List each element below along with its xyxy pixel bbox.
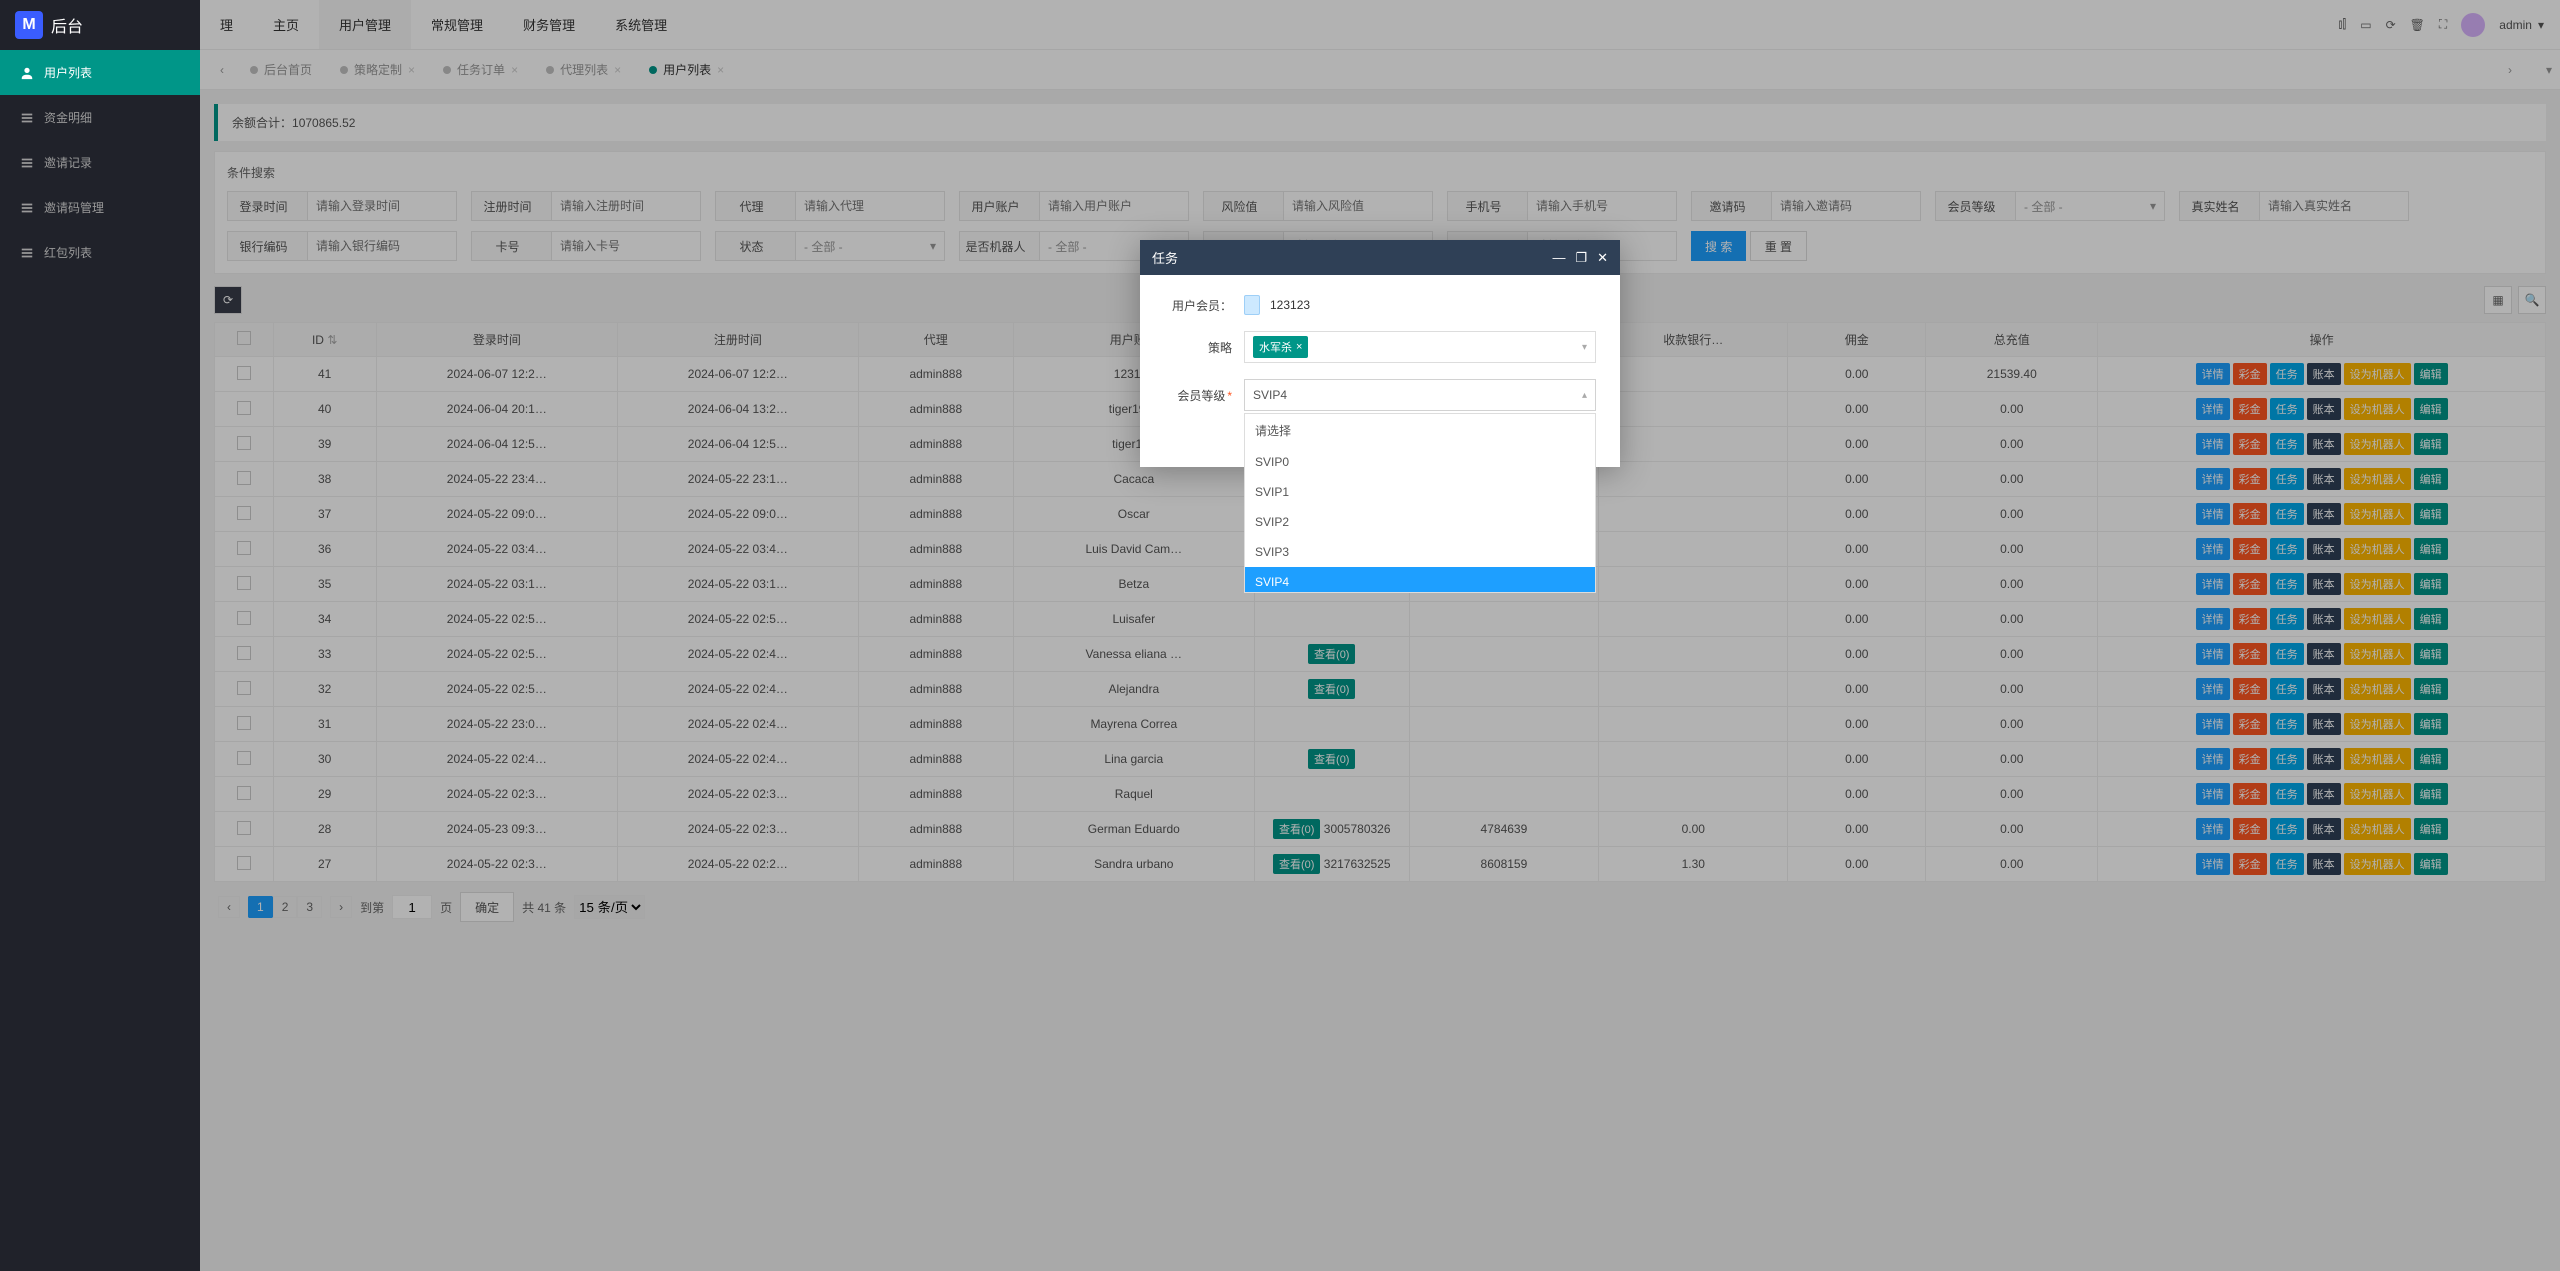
minimize-icon[interactable]: — xyxy=(1552,250,1565,266)
level-select[interactable]: SVIP4 ▴ 请选择SVIP0SVIP1SVIP2SVIP3SVIP4Svip… xyxy=(1244,379,1596,411)
file-icon xyxy=(1244,295,1260,315)
modal-overlay[interactable] xyxy=(200,0,2560,1271)
chevron-down-icon: ▾ xyxy=(1582,342,1587,353)
list-icon xyxy=(20,111,34,125)
level-option[interactable]: 请选择 xyxy=(1245,414,1595,447)
modal-header[interactable]: 任务 — ❐ ✕ xyxy=(1140,240,1620,275)
list-icon xyxy=(20,246,34,260)
sidebar-item-label: 用户列表 xyxy=(44,64,92,81)
level-option[interactable]: SVIP4 xyxy=(1245,567,1595,593)
sidebar-item-funds[interactable]: 资金明细 xyxy=(0,95,200,140)
strategy-select[interactable]: 水军杀× ▾ xyxy=(1244,331,1596,363)
sidebar-item-label: 邀请码管理 xyxy=(44,199,104,216)
logo-text: 后台 xyxy=(51,13,83,37)
modal-level-label: 会员等级* xyxy=(1164,387,1244,404)
sidebar-item-invite[interactable]: 邀请记录 xyxy=(0,140,200,185)
modal-strategy-label: 策略 xyxy=(1164,339,1244,356)
level-dropdown: 请选择SVIP0SVIP1SVIP2SVIP3SVIP4SvipX1 xyxy=(1244,413,1596,593)
sidebar-item-label: 资金明细 xyxy=(44,109,92,126)
list-icon xyxy=(20,156,34,170)
tag-remove-icon[interactable]: × xyxy=(1296,341,1302,353)
main: 理 主页 用户管理 常规管理 财务管理 系统管理 ⫾⫿ ▭ ⟳ 🗑 ⛶ admi… xyxy=(200,0,2560,1271)
logo: M 后台 xyxy=(0,0,200,50)
level-value: SVIP4 xyxy=(1253,388,1287,402)
modal-title: 任务 xyxy=(1152,248,1178,267)
sidebar-item-redpacket[interactable]: 红包列表 xyxy=(0,230,200,275)
close-icon[interactable]: ✕ xyxy=(1597,250,1608,266)
modal-user-label: 用户会员： xyxy=(1164,297,1244,314)
task-modal: 任务 — ❐ ✕ 用户会员： 123123 策略 水军杀× ▾ xyxy=(1140,240,1620,467)
sidebar-item-label: 红包列表 xyxy=(44,244,92,261)
maximize-icon[interactable]: ❐ xyxy=(1575,250,1587,266)
strategy-tag[interactable]: 水军杀× xyxy=(1253,336,1308,358)
logo-icon: M xyxy=(15,11,43,39)
level-option[interactable]: SVIP0 xyxy=(1245,447,1595,477)
list-icon xyxy=(20,201,34,215)
level-option[interactable]: SVIP3 xyxy=(1245,537,1595,567)
level-option[interactable]: SVIP2 xyxy=(1245,507,1595,537)
sidebar-item-label: 邀请记录 xyxy=(44,154,92,171)
sidebar-item-users[interactable]: 用户列表 xyxy=(0,50,200,95)
sidebar: M 后台 用户列表 资金明细 邀请记录 邀请码管理 红包列表 xyxy=(0,0,200,1271)
level-option[interactable]: SVIP1 xyxy=(1245,477,1595,507)
chevron-up-icon: ▴ xyxy=(1582,390,1587,401)
modal-user-value: 123123 xyxy=(1270,298,1310,312)
users-icon xyxy=(20,66,34,80)
sidebar-item-invitecode[interactable]: 邀请码管理 xyxy=(0,185,200,230)
